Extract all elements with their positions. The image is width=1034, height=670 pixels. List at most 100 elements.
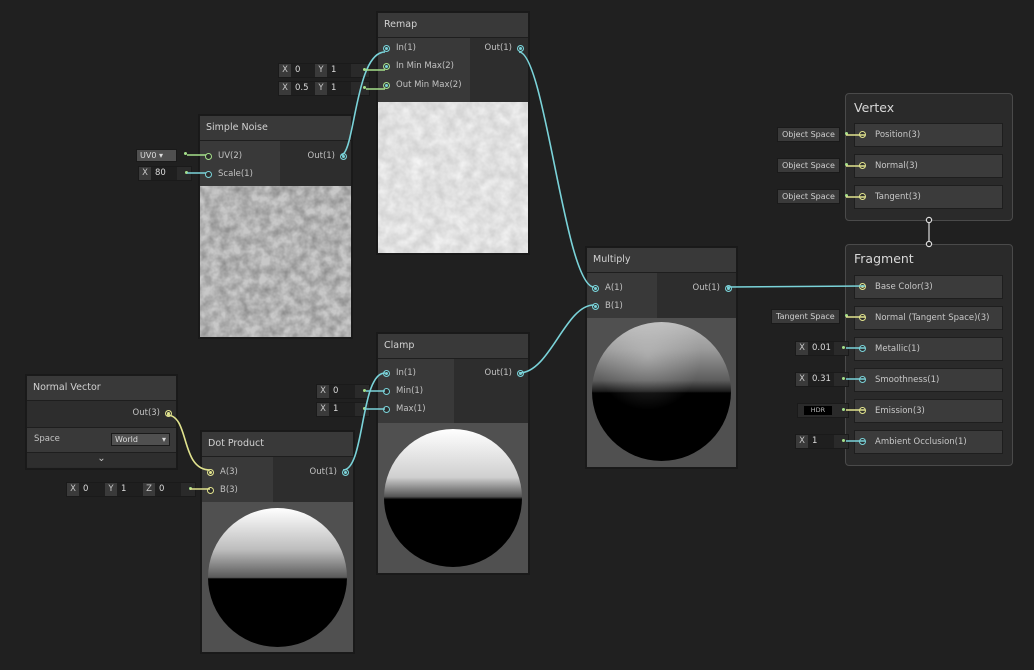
simple-noise-node[interactable]: Simple Noise UV(2) Scale(1) Out(1) — [199, 115, 352, 338]
clamp-title[interactable]: Clamp — [378, 334, 528, 359]
port-dot-icon[interactable] — [859, 438, 866, 445]
simple-noise-title[interactable]: Simple Noise — [200, 116, 351, 141]
min-value[interactable]: 0 — [329, 385, 355, 398]
dot-out-port[interactable]: Out(1) — [310, 463, 353, 481]
remap-outminmax-field[interactable]: X 0.5 Y 1 — [278, 81, 370, 96]
in-min-y-value[interactable]: 1 — [327, 64, 351, 77]
dot-a-port[interactable]: A(3) — [202, 463, 238, 481]
ao-field[interactable]: X1 — [795, 434, 849, 449]
noise-uv-port[interactable]: UV(2) — [200, 147, 242, 165]
noise-scale-field[interactable]: X 80 — [138, 166, 192, 181]
noise-scale-port[interactable]: Scale(1) — [200, 165, 253, 183]
smoothness-value[interactable]: 0.31 — [808, 373, 834, 386]
port-dot-icon[interactable] — [383, 387, 390, 395]
fragment-smoothness-port[interactable]: Smoothness(1) — [854, 368, 1003, 392]
port-dot-icon[interactable] — [859, 314, 866, 321]
position-space-chip[interactable]: Object Space — [777, 127, 848, 142]
multiply-node[interactable]: Multiply A(1) B(1) Out(1) — [586, 247, 737, 468]
vertex-block[interactable]: Vertex Position(3) Normal(3) Tangent(3) — [845, 93, 1013, 221]
port-dot-icon[interactable] — [207, 468, 214, 476]
b-x-value[interactable]: 0 — [79, 483, 105, 496]
metallic-value[interactable]: 0.01 — [808, 342, 834, 355]
multiply-a-port[interactable]: A(1) — [587, 279, 623, 297]
port-dot-icon[interactable] — [205, 170, 212, 178]
remap-inminmax-field[interactable]: X0Y1 — [278, 63, 370, 78]
port-dot-icon[interactable] — [383, 44, 390, 52]
port-dot-icon[interactable] — [859, 376, 866, 383]
port-dot-icon[interactable] — [383, 81, 390, 89]
fragment-normal-port[interactable]: Normal (Tangent Space)(3) — [854, 306, 1003, 330]
port-dot-icon[interactable] — [859, 407, 866, 414]
b-z-value[interactable]: 0 — [155, 483, 181, 496]
fragment-ao-port[interactable]: Ambient Occlusion(1) — [854, 430, 1003, 454]
dot-product-title[interactable]: Dot Product — [202, 432, 353, 457]
remap-inminmax-port[interactable]: In Min Max(2) — [378, 57, 454, 75]
normal-out-port[interactable]: Out(3) — [133, 404, 176, 422]
port-dot-icon[interactable] — [859, 162, 866, 169]
noise-out-port[interactable]: Out(1) — [308, 147, 351, 165]
port-dot-icon[interactable] — [859, 131, 866, 138]
remap-in-port[interactable]: In(1) — [378, 39, 416, 57]
noise-uv-field[interactable]: UV0 ▾ — [136, 148, 190, 162]
clamp-min-field[interactable]: X0 — [316, 384, 370, 399]
metallic-field[interactable]: X 0.01 — [795, 341, 849, 356]
ao-value[interactable]: 1 — [808, 435, 834, 448]
port-dot-icon[interactable] — [725, 284, 732, 292]
vertex-tangent-port[interactable]: Tangent(3) — [854, 185, 1003, 209]
expand-chevron-icon[interactable]: ⌄ — [27, 452, 176, 467]
out-min-x-value[interactable]: 0.5 — [291, 82, 315, 95]
out-min-y-value[interactable]: 1 — [327, 82, 351, 95]
remap-node[interactable]: Remap In(1) In Min Max(2) Out Min Max(2)… — [377, 12, 529, 254]
fragment-metallic-port[interactable]: Metallic(1) — [854, 337, 1003, 361]
dot-product-node[interactable]: Dot Product A(3) B(3) Out(1) — [201, 431, 354, 653]
port-dot-icon[interactable] — [207, 486, 214, 494]
in-min-x-value[interactable]: 0 — [291, 64, 315, 77]
port-dot-icon[interactable] — [859, 193, 866, 200]
port-dot-icon[interactable] — [592, 284, 599, 292]
multiply-b-port[interactable]: B(1) — [587, 297, 623, 315]
fragment-block[interactable]: Fragment Base Color(3) Normal (Tangent S… — [845, 244, 1013, 466]
multiply-title[interactable]: Multiply — [587, 248, 736, 273]
vertex-normal-port[interactable]: Normal(3) — [854, 154, 1003, 178]
normal-vector-title[interactable]: Normal Vector — [27, 376, 176, 401]
b-y-value[interactable]: 1 — [117, 483, 143, 496]
clamp-in-port[interactable]: In(1) — [378, 364, 416, 382]
multiply-out-port[interactable]: Out(1) — [693, 279, 736, 297]
tangent-space-chip[interactable]: Object Space — [777, 189, 848, 204]
port-dot-icon[interactable] — [383, 369, 390, 377]
dot-b-field[interactable]: X0Y1Z0 — [66, 482, 196, 497]
smoothness-field[interactable]: X 0.31 — [795, 372, 849, 387]
normal-vector-node[interactable]: Normal Vector Out(3) Space World ▾ ⌄ — [26, 375, 177, 469]
port-dot-icon[interactable] — [342, 468, 349, 476]
port-dot-icon[interactable] — [859, 283, 866, 290]
clamp-node[interactable]: Clamp In(1) Min(1) Max(1) Out(1) — [377, 333, 529, 574]
fragment-basecolor-port[interactable]: Base Color(3) — [854, 275, 1003, 299]
max-value[interactable]: 1 — [329, 403, 355, 416]
clamp-max-port[interactable]: Max(1) — [378, 400, 426, 418]
port-dot-icon[interactable] — [165, 409, 172, 417]
port-dot-icon[interactable] — [383, 405, 390, 413]
port-dot-icon[interactable] — [592, 302, 599, 310]
normal-space-chip[interactable]: Object Space — [777, 158, 848, 173]
clamp-min-port[interactable]: Min(1) — [378, 382, 423, 400]
fragment-emission-port[interactable]: Emission(3) — [854, 399, 1003, 423]
emission-field[interactable]: HDR — [797, 403, 849, 418]
port-dot-icon[interactable] — [517, 369, 524, 377]
clamp-max-field[interactable]: X1 — [316, 402, 370, 417]
port-dot-icon[interactable] — [383, 62, 390, 70]
clamp-out-port[interactable]: Out(1) — [485, 364, 528, 382]
port-dot-icon[interactable] — [340, 152, 347, 160]
normal-tangent-space-chip[interactable]: Tangent Space — [771, 309, 848, 324]
scale-value[interactable]: 80 — [151, 167, 177, 180]
vertex-position-port[interactable]: Position(3) — [854, 123, 1003, 147]
port-dot-icon[interactable] — [859, 345, 866, 352]
port-dot-icon[interactable] — [205, 152, 212, 160]
dot-b-port[interactable]: B(3) — [202, 481, 238, 499]
remap-out-port[interactable]: Out(1) — [485, 39, 528, 57]
uv-dropdown[interactable]: UV0 ▾ — [136, 149, 177, 162]
remap-outminmax-port[interactable]: Out Min Max(2) — [378, 76, 462, 94]
remap-title[interactable]: Remap — [378, 13, 528, 38]
port-dot-icon[interactable] — [517, 44, 524, 52]
hdr-color-swatch[interactable]: HDR — [804, 406, 832, 415]
space-dropdown[interactable]: World ▾ — [111, 433, 170, 446]
